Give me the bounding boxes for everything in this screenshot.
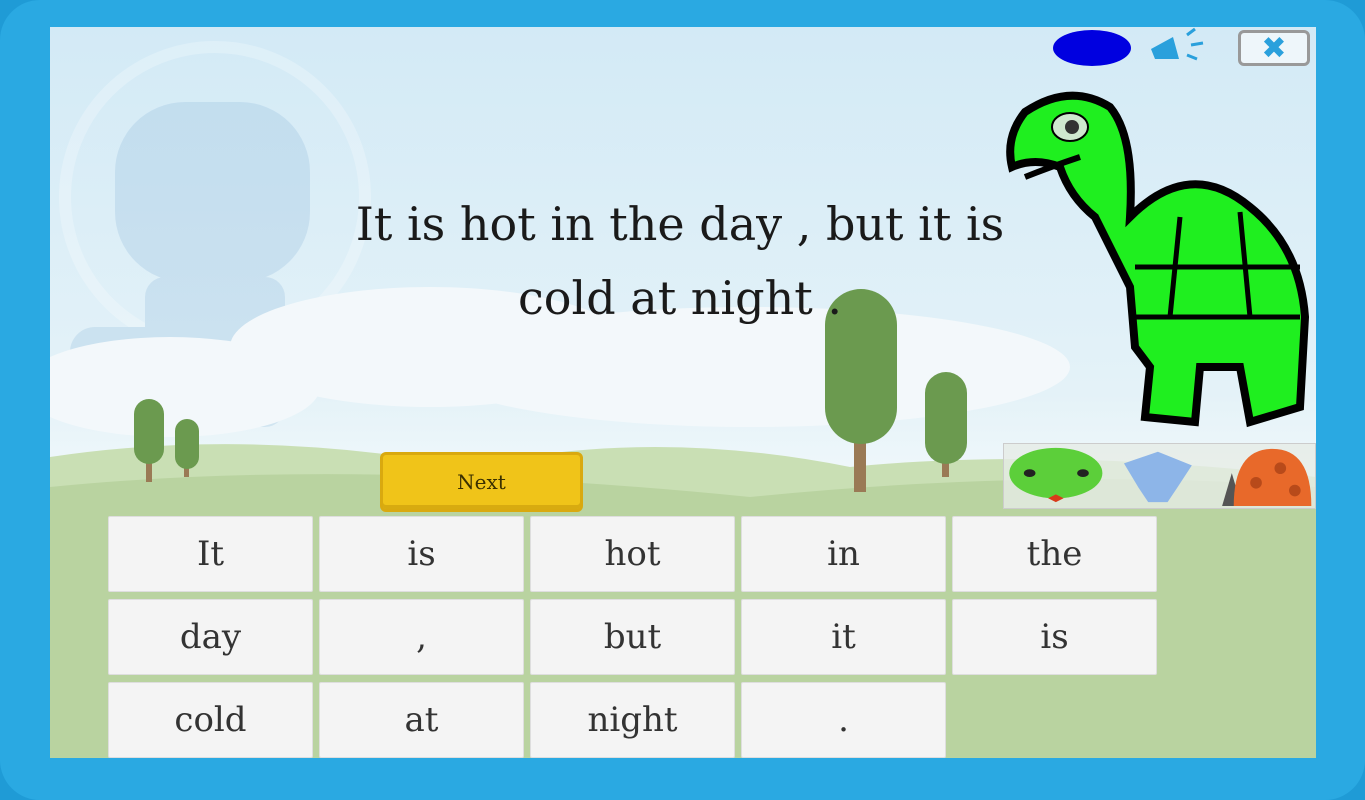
word-tile[interactable]: in (741, 516, 946, 592)
word-tile[interactable]: It (108, 516, 313, 592)
word-tile[interactable]: . (741, 682, 946, 758)
character-fish[interactable] (1108, 444, 1212, 508)
speaker-icon[interactable] (1143, 27, 1221, 69)
target-sentence: It is hot in the day , but it is cold at… (355, 197, 1005, 325)
record-icon[interactable] (1053, 30, 1131, 66)
word-tile[interactable]: is (952, 599, 1157, 675)
word-tile-grid: It is hot in the day, but it is cold at night. (108, 516, 1157, 758)
character-selector (1003, 443, 1316, 509)
word-tile[interactable]: , (319, 599, 524, 675)
word-tile[interactable]: day (108, 599, 313, 675)
word-tile[interactable]: cold (108, 682, 313, 758)
character-snake[interactable] (1004, 444, 1108, 508)
game-stage: It is hot in the day , but it is cold at… (50, 27, 1316, 758)
word-tile[interactable]: hot (530, 516, 735, 592)
word-tile[interactable]: night (530, 682, 735, 758)
word-tile[interactable]: the (952, 516, 1157, 592)
word-tile[interactable]: at (319, 682, 524, 758)
close-button[interactable]: ✖ (1238, 30, 1310, 66)
character-ladybug[interactable] (1211, 444, 1315, 508)
close-icon: ✖ (1261, 30, 1287, 66)
next-button[interactable]: Next (380, 452, 583, 512)
word-tile[interactable]: but (530, 599, 735, 675)
word-tile[interactable]: is (319, 516, 524, 592)
word-tile[interactable]: it (741, 599, 946, 675)
